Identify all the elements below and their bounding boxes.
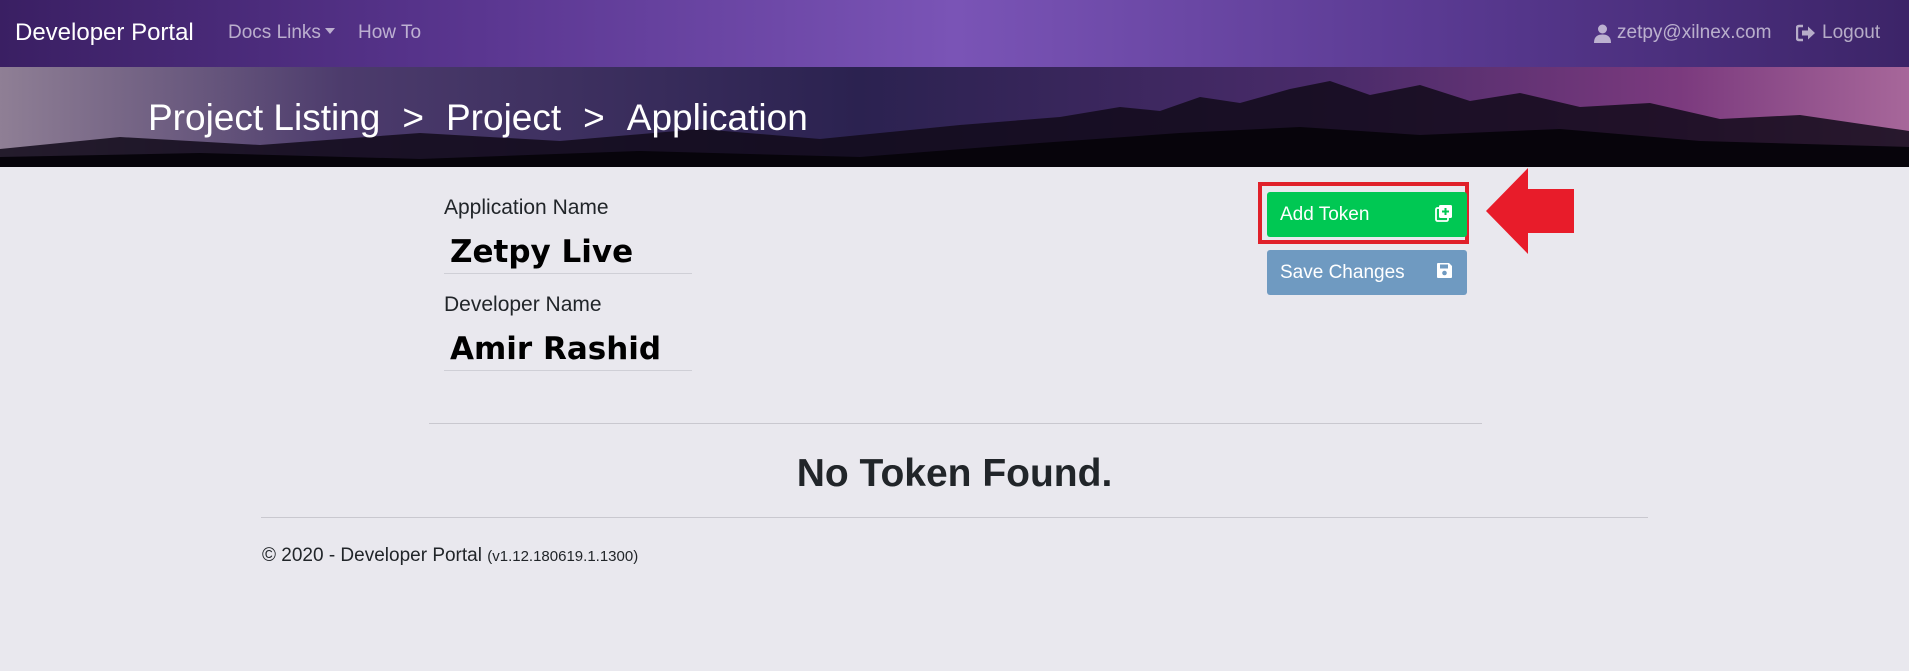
application-name-label: Application Name	[444, 196, 609, 219]
brand-link[interactable]: Developer Portal	[15, 19, 194, 47]
footer-copyright: © 2020 - Developer Portal	[262, 545, 482, 566]
breadcrumb-project[interactable]: Project	[446, 97, 561, 139]
add-token-label: Add Token	[1280, 203, 1370, 225]
developer-name-value: Amir Rashid	[444, 331, 692, 371]
floppy-disk-icon	[1437, 263, 1452, 278]
section-divider	[429, 423, 1482, 424]
nav-docs-links-dropdown[interactable]: Docs Links	[228, 22, 335, 44]
top-navbar: Developer Portal Docs Links How To zetpy…	[0, 0, 1909, 67]
footer-version: (v1.12.180619.1.1300)	[487, 548, 639, 565]
breadcrumb: Project Listing > Project > Application	[148, 97, 808, 139]
caret-down-icon	[324, 28, 335, 34]
breadcrumb-application: Application	[626, 97, 808, 138]
logout-link[interactable]: Logout	[1796, 22, 1880, 44]
nav-how-to-link[interactable]: How To	[358, 22, 421, 44]
developer-name-label: Developer Name	[444, 293, 602, 316]
save-changes-button[interactable]: Save Changes	[1267, 250, 1467, 295]
nav-user-link[interactable]: zetpy@xilnex.com	[1594, 22, 1771, 44]
footer: © 2020 - Developer Portal (v1.12.180619.…	[262, 545, 638, 567]
header-banner: Project Listing > Project > Application	[0, 67, 1909, 167]
add-token-button[interactable]: Add Token	[1267, 192, 1467, 237]
logout-label: Logout	[1822, 22, 1881, 43]
user-email: zetpy@xilnex.com	[1617, 22, 1772, 43]
plus-square-icon	[1435, 205, 1452, 222]
footer-divider	[261, 517, 1648, 518]
save-changes-label: Save Changes	[1280, 261, 1405, 283]
red-arrow-left-icon	[1486, 168, 1574, 254]
breadcrumb-project-listing[interactable]: Project Listing	[148, 97, 380, 139]
sign-out-icon	[1796, 24, 1815, 42]
nav-docs-links-label: Docs Links	[228, 22, 321, 43]
no-token-message: No Token Found.	[796, 452, 1113, 495]
application-name-value: Zetpy Live	[444, 234, 692, 274]
breadcrumb-separator: >	[583, 97, 605, 138]
user-icon	[1594, 24, 1611, 43]
breadcrumb-separator: >	[402, 97, 424, 138]
